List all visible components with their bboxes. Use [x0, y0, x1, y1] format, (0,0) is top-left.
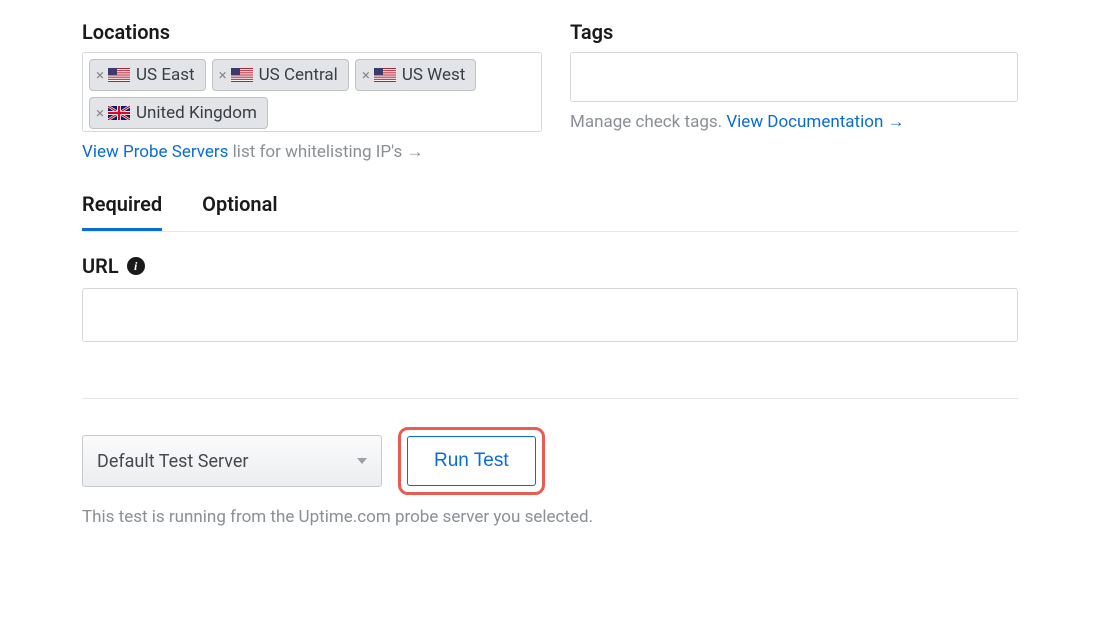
us-flag-icon	[374, 68, 396, 82]
location-chip-label: US West	[402, 65, 466, 85]
uk-flag-icon	[108, 106, 130, 120]
location-chip-label: United Kingdom	[136, 103, 257, 123]
test-server-select[interactable]: Default Test Server	[82, 435, 382, 487]
close-icon[interactable]: ×	[362, 68, 370, 83]
close-icon[interactable]: ×	[96, 68, 104, 83]
manage-tags-text: Manage check tags.	[570, 112, 726, 132]
info-icon[interactable]: i	[127, 257, 145, 275]
chevron-down-icon	[357, 458, 367, 464]
view-probe-servers-link[interactable]: View Probe Servers	[82, 142, 228, 162]
location-chip[interactable]: × US West	[355, 59, 477, 91]
tags-input[interactable]	[570, 52, 1018, 102]
view-documentation-link[interactable]: View Documentation →	[726, 112, 904, 132]
run-test-note: This test is running from the Uptime.com…	[82, 507, 1018, 527]
close-icon[interactable]: ×	[219, 68, 227, 83]
test-server-selected: Default Test Server	[97, 451, 249, 472]
url-label: URL	[82, 254, 119, 278]
probe-servers-suffix: list for whitelisting IP's →	[228, 142, 423, 162]
us-flag-icon	[108, 68, 130, 82]
close-icon[interactable]: ×	[96, 106, 104, 121]
tab-required[interactable]: Required	[82, 192, 162, 231]
us-flag-icon	[231, 68, 253, 82]
locations-field[interactable]: × US East × US Central × US West × Unite…	[82, 52, 542, 132]
locations-label: Locations	[82, 20, 530, 44]
run-test-highlight: Run Test	[398, 427, 545, 495]
tabs: Required Optional	[82, 192, 1018, 232]
tab-optional[interactable]: Optional	[202, 192, 277, 231]
run-test-button[interactable]: Run Test	[407, 436, 536, 486]
url-input[interactable]	[82, 288, 1018, 342]
divider	[82, 398, 1018, 399]
location-chip-label: US East	[136, 65, 195, 85]
location-chip-label: US Central	[259, 65, 338, 85]
tags-label: Tags	[570, 20, 1018, 44]
location-chip[interactable]: × US East	[89, 59, 206, 91]
location-chip[interactable]: × US Central	[212, 59, 349, 91]
location-chip[interactable]: × United Kingdom	[89, 97, 268, 129]
